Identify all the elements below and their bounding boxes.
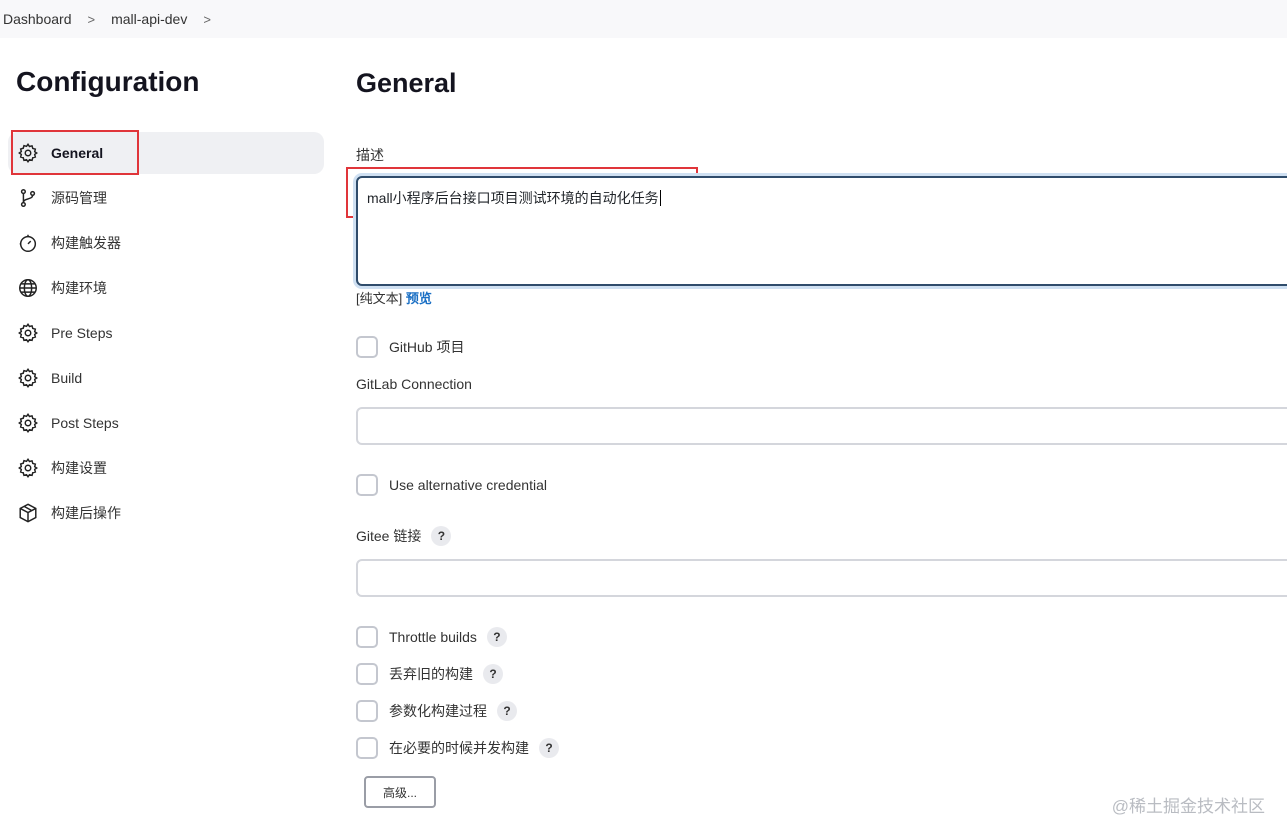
sidebar-item-label: General	[51, 145, 104, 161]
advanced-button[interactable]: 高级...	[364, 776, 436, 808]
sidebar-item-label: Pre Steps	[51, 325, 113, 341]
sidebar-title: Configuration	[16, 66, 200, 97]
sidebar-item-label: Post Steps	[51, 415, 119, 431]
sidebar-item-build-settings[interactable]: 构建设置	[8, 447, 324, 489]
help-icon[interactable]: ?	[539, 738, 559, 758]
timer-icon	[17, 232, 39, 254]
sidebar-item-pre-steps[interactable]: Pre Steps	[8, 312, 324, 354]
text-caret	[659, 190, 661, 206]
concurrent-build-option: 在必要的时候并发构建 ?	[356, 737, 559, 759]
sidebar-item-label: 构建环境	[51, 280, 107, 296]
breadcrumb-dashboard[interactable]: Dashboard	[3, 11, 72, 27]
throttle-builds-label: Throttle builds	[389, 629, 477, 645]
github-project-label: GitHub 项目	[389, 339, 465, 355]
breadcrumb: Dashboard > mall-api-dev >	[0, 0, 1287, 38]
gitee-link-select[interactable]	[356, 559, 1287, 597]
package-icon	[17, 502, 39, 524]
sidebar-item-label: 源码管理	[51, 190, 107, 206]
help-icon[interactable]: ?	[483, 664, 503, 684]
sidebar-item-label: 构建触发器	[51, 235, 121, 251]
preview-link[interactable]: 预览	[406, 291, 432, 306]
discard-old-builds-checkbox[interactable]	[356, 663, 378, 685]
branch-icon	[17, 187, 39, 209]
sidebar-item-label: Build	[51, 370, 83, 386]
sidebar-item-triggers[interactable]: 构建触发器	[8, 222, 324, 264]
chevron-right-icon: >	[87, 11, 96, 27]
gitlab-connection-label: GitLab Connection	[356, 376, 472, 392]
discard-old-builds-label: 丢弃旧的构建	[389, 666, 473, 682]
parameterized-build-option: 参数化构建过程 ?	[356, 700, 517, 722]
discard-old-builds-option: 丢弃旧的构建 ?	[356, 663, 503, 685]
alt-credential-checkbox[interactable]	[356, 474, 378, 496]
sidebar-nav: General 源码管理 构建触发器 构建环境 Pre Steps Build	[8, 132, 324, 537]
sidebar-item-environment[interactable]: 构建环境	[8, 267, 324, 309]
github-project-checkbox[interactable]	[356, 336, 378, 358]
page-title: General	[356, 68, 457, 98]
sidebar-item-scm[interactable]: 源码管理	[8, 177, 324, 219]
description-textarea[interactable]: mall小程序后台接口项目测试环境的自动化任务	[356, 176, 1287, 286]
alt-credential-label: Use alternative credential	[389, 477, 547, 493]
plain-text-label: [纯文本]	[356, 291, 403, 306]
gear-icon	[17, 412, 39, 434]
gear-icon	[17, 142, 39, 164]
sidebar-item-build[interactable]: Build	[8, 357, 324, 399]
sidebar-item-post-build[interactable]: 构建后操作	[8, 492, 324, 534]
gear-icon	[17, 457, 39, 479]
sidebar-item-post-steps[interactable]: Post Steps	[8, 402, 324, 444]
description-label: 描述	[356, 147, 384, 163]
sidebar-item-label: 构建设置	[51, 460, 107, 476]
alt-credential-option: Use alternative credential	[356, 474, 547, 496]
help-icon[interactable]: ?	[497, 701, 517, 721]
sidebar-item-general[interactable]: General	[8, 132, 324, 174]
parameterized-build-label: 参数化构建过程	[389, 703, 487, 719]
gitee-link-label-row: Gitee 链接 ?	[356, 526, 452, 546]
help-icon[interactable]: ?	[431, 526, 452, 546]
gitlab-connection-select[interactable]	[356, 407, 1287, 445]
description-text: mall小程序后台接口项目测试环境的自动化任务	[367, 190, 659, 206]
github-project-option: GitHub 项目	[356, 336, 464, 358]
parameterized-build-checkbox[interactable]	[356, 700, 378, 722]
watermark: @稀土掘金技术社区	[1111, 797, 1265, 816]
plain-text-note: [纯文本] 预览	[356, 288, 432, 307]
concurrent-build-label: 在必要的时候并发构建	[389, 740, 529, 756]
sidebar-item-label: 构建后操作	[51, 505, 121, 521]
globe-icon	[17, 277, 39, 299]
concurrent-build-checkbox[interactable]	[356, 737, 378, 759]
breadcrumb-job[interactable]: mall-api-dev	[111, 11, 187, 27]
gear-icon	[17, 322, 39, 344]
gitee-link-label: Gitee 链接	[356, 528, 422, 544]
chevron-right-icon[interactable]: >	[203, 12, 211, 27]
gear-icon	[17, 367, 39, 389]
help-icon[interactable]: ?	[486, 627, 507, 647]
throttle-builds-checkbox[interactable]	[356, 626, 378, 648]
throttle-builds-option: Throttle builds ?	[356, 626, 507, 648]
